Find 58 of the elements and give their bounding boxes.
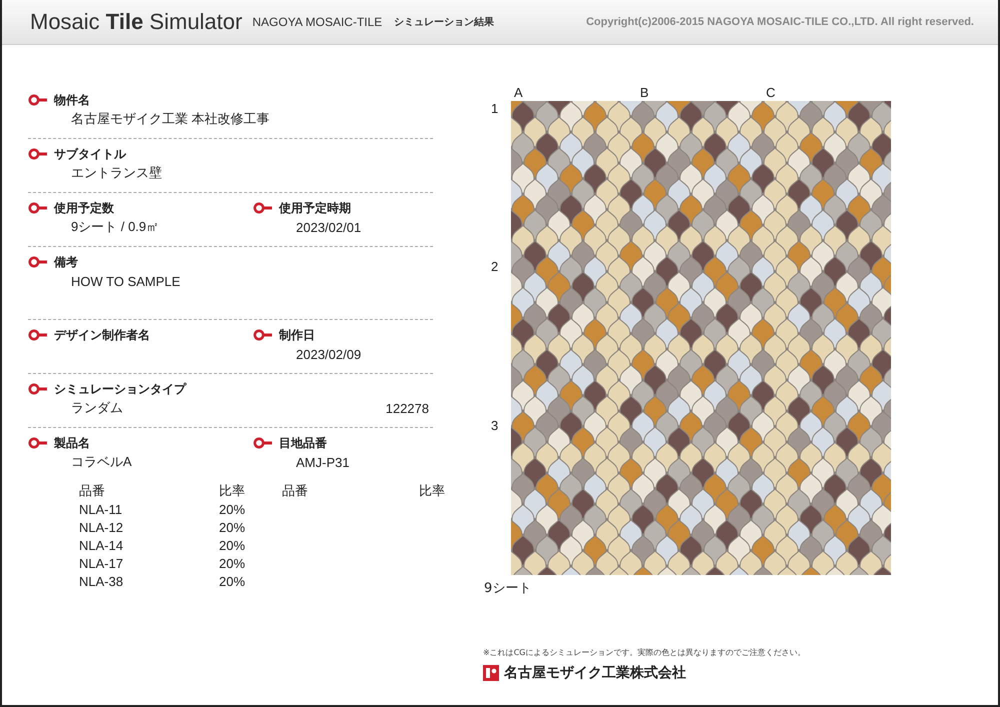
company-logo-icon [483, 665, 499, 681]
field-label: 使用予定数 [54, 200, 114, 216]
table-cell: 20% [219, 556, 246, 570]
key-icon [28, 383, 48, 395]
table-cell-text: NLA-14 [79, 538, 124, 552]
key-icon [28, 256, 48, 268]
sheet-count: 9シート [484, 580, 532, 597]
company-name: 名古屋モザイク工業株式会社 [504, 664, 686, 682]
key-icon [253, 329, 273, 341]
field-value: 2023/02/09 [296, 346, 362, 362]
key-icon [28, 437, 48, 449]
field-value: 名古屋モザイク工業 本社改修工事 [71, 110, 270, 128]
column-label: A [514, 85, 524, 101]
disclaimer-note: ※これはCGによるシミュレーションです。実際の色とは異なりますのでご注意ください。 [483, 647, 806, 658]
brand-name: NAGOYA MOSAIC-TILE [252, 15, 382, 29]
field-label: 目地品番 [279, 434, 327, 452]
field-value: 2023/02/01 [296, 220, 362, 234]
row-label: 1 [491, 101, 498, 116]
table-cell: 20% [219, 502, 246, 516]
app-title: Mosaic Tile Simulator [30, 9, 242, 35]
field-label: 使用予定時期 [279, 200, 351, 216]
column-header: 比率 [219, 482, 245, 500]
field-label: 製品名 [54, 434, 90, 452]
key-icon [253, 437, 273, 449]
field-label: シミュレーションタイプ [54, 380, 186, 398]
table-cell: 20% [219, 520, 246, 534]
field-value: エントランス壁 [71, 164, 162, 182]
field-value: ランダム [71, 399, 123, 417]
row-label: 3 [491, 418, 498, 433]
key-icon [28, 94, 48, 106]
column-label: C [766, 85, 776, 101]
field-value: AMJ-P31 [296, 454, 350, 470]
table-cell-text: NLA-17 [79, 556, 124, 570]
field-label: サブタイトル [54, 146, 126, 162]
key-icon [28, 148, 48, 160]
copyright-text: Copyright(c)2006-2015 NAGOYA MOSAIC-TILE CO.,LTD. All right reserved. [586, 16, 974, 28]
field-label: デザイン制作者名 [54, 326, 150, 344]
page-subtitle: シミュレーション結果 [394, 16, 494, 29]
column-header: 比率 [419, 482, 445, 500]
field-label: 備考 [54, 254, 78, 270]
column-header: 品番 [282, 482, 309, 500]
key-icon [28, 329, 48, 341]
table-cell: 20% [219, 538, 246, 552]
field-value: コラベルA [71, 453, 132, 471]
column-label: B [640, 85, 650, 101]
column-header: 品番 [79, 482, 106, 500]
table-cell-text: NLA-12 [79, 520, 124, 534]
row-label: 2 [491, 259, 498, 274]
field-value: 9シート / 0.9㎡ [71, 218, 160, 236]
field-label: 物件名 [54, 92, 90, 108]
key-icon [253, 202, 273, 214]
field-label: 制作日 [279, 326, 315, 344]
table-cell: 20% [219, 574, 246, 588]
field-value: HOW TO SAMPLE [71, 274, 180, 288]
type-code: 122278 [386, 400, 429, 416]
table-cell-text: NLA-38 [79, 574, 124, 588]
key-icon [28, 202, 48, 214]
table-cell-text: NLA-11 [79, 502, 124, 516]
